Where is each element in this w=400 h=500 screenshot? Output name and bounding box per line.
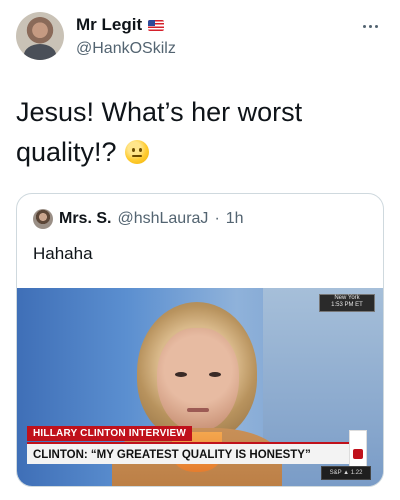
subject-face bbox=[157, 328, 239, 432]
market-ticker: S&P ▲ 1.22 bbox=[321, 466, 371, 480]
neutral-face-emoji-icon bbox=[124, 140, 149, 164]
more-options-icon[interactable] bbox=[356, 16, 384, 36]
tweet-text: Jesus! What’s her worst quality!? bbox=[16, 92, 376, 172]
network-logo-icon bbox=[349, 430, 367, 468]
clock-label: 1:53 PM ET bbox=[331, 302, 363, 308]
subject-eyes bbox=[175, 372, 187, 377]
author-display-name[interactable]: Mr Legit bbox=[76, 15, 142, 35]
quoted-timestamp[interactable]: 1h bbox=[226, 210, 244, 228]
author-name-row: Mr Legit bbox=[76, 15, 165, 35]
quoted-media-image[interactable]: New York 1:53 PM ET HILLARY CLINTON INTE… bbox=[17, 288, 383, 486]
quoted-handle[interactable]: @hshLauraJ bbox=[117, 210, 208, 228]
author-avatar[interactable] bbox=[16, 12, 64, 60]
quoted-avatar[interactable] bbox=[33, 209, 53, 229]
author-handle[interactable]: @HankOSkilz bbox=[76, 40, 176, 58]
quoted-display-name[interactable]: Mrs. S. bbox=[59, 210, 111, 228]
location-clock-box: New York 1:53 PM ET bbox=[319, 294, 375, 312]
avatar-shoulders bbox=[24, 44, 56, 60]
interview-title-banner: HILLARY CLINTON INTERVIEW bbox=[27, 426, 192, 441]
us-flag-icon bbox=[148, 19, 165, 31]
location-label: New York bbox=[334, 295, 360, 301]
quoted-tweet-text: Hahaha bbox=[33, 244, 93, 263]
quoted-tweet-header: Mrs. S. @hshLauraJ · 1h bbox=[33, 209, 244, 229]
subject-mouth bbox=[187, 408, 209, 412]
time-separator: · bbox=[214, 210, 220, 227]
tweet-body: Jesus! What’s her worst quality!? bbox=[16, 97, 303, 167]
quoted-tweet-card[interactable]: Mrs. S. @hshLauraJ · 1h Hahaha New York … bbox=[16, 193, 384, 487]
interview-lower-third: CLINTON: “MY GREATEST QUALITY IS HONESTY… bbox=[27, 442, 357, 464]
